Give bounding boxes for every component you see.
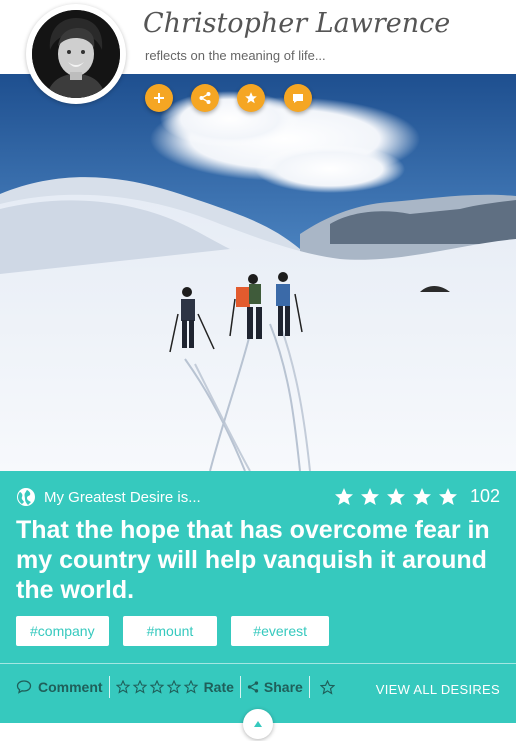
favorite-button[interactable] (237, 84, 265, 112)
tag-company[interactable]: #company (16, 616, 109, 646)
rating-star-icon (360, 487, 379, 505)
comment-icon (16, 680, 32, 694)
profile-tagline: reflects on the meaning of life... (145, 48, 326, 63)
share-button[interactable] (191, 84, 219, 112)
star-icon (245, 92, 257, 104)
tag-mount[interactable]: #mount (122, 616, 218, 646)
desire-quote: That the hope that has overcome fear in … (16, 516, 490, 604)
rate-button[interactable]: Rate (115, 675, 234, 699)
desire-label-row: My Greatest Desire is... (16, 487, 201, 507)
bookmark-star-button[interactable] (319, 675, 335, 699)
chat-bubble-icon (293, 94, 303, 103)
toolbar-separator (308, 676, 310, 698)
tag-everest[interactable]: #everest (231, 616, 329, 646)
rating-star-icon (438, 487, 457, 505)
share-icon (199, 92, 211, 104)
view-all-desires-link[interactable]: VIEW ALL DESIRES (376, 682, 500, 697)
profile-name: Christopher Lawrence (143, 8, 451, 39)
caret-up-icon (254, 721, 262, 727)
toolbar-separator (239, 676, 241, 698)
toolbar-separator (108, 676, 110, 698)
card-divider (0, 663, 516, 664)
rate-label: Rate (203, 679, 234, 695)
desire-card: My Greatest Desire is... 102 That the ho… (0, 471, 516, 723)
share-link-button[interactable]: Share (247, 675, 303, 699)
desire-photo (0, 74, 516, 471)
rating-star-icon (334, 487, 353, 505)
desire-label: My Greatest Desire is... (44, 488, 201, 506)
rating-count: 102 (469, 486, 500, 506)
avatar[interactable] (26, 4, 126, 104)
expand-button[interactable] (243, 709, 273, 739)
add-button[interactable] (145, 84, 173, 112)
share-small-icon (247, 681, 259, 693)
chat-button[interactable] (284, 84, 312, 112)
comment-button[interactable]: Comment (16, 675, 103, 699)
tag-list: #company #mount #everest (16, 616, 343, 646)
star-rating[interactable]: 102 (334, 486, 500, 507)
card-toolbar: Comment Rate Share (16, 675, 335, 699)
rating-star-icon (412, 487, 431, 505)
globe-icon (17, 488, 35, 506)
star-rating-icons (334, 487, 457, 505)
avatar-photo (32, 10, 120, 98)
plus-icon (154, 93, 164, 103)
rating-star-icon (386, 487, 405, 505)
rate-stars-icon (115, 680, 198, 694)
star-outline-icon (319, 679, 335, 695)
share-label: Share (263, 679, 303, 695)
comment-label: Comment (38, 679, 103, 695)
